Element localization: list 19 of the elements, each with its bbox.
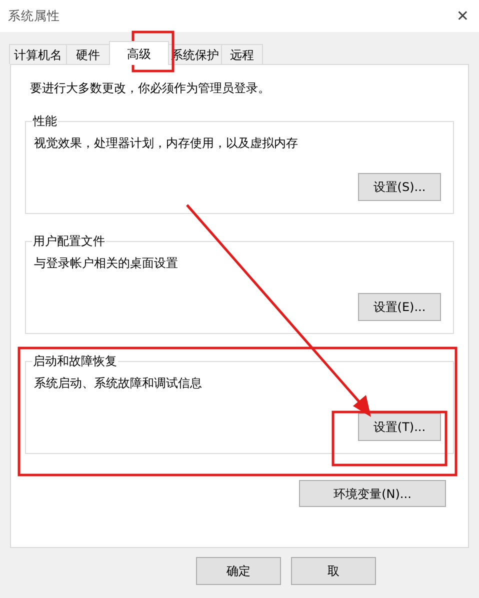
environment-variables-button[interactable]: 环境变量(N)... bbox=[299, 480, 446, 507]
group-title: 用户配置文件 bbox=[32, 233, 106, 250]
tab[interactable]: 高级 bbox=[109, 41, 169, 65]
group-title: 启动和故障恢复 bbox=[32, 353, 118, 370]
notice-text: 要进行大多数更改，你必须作为管理员登录。 bbox=[29, 80, 271, 97]
dialog-button[interactable]: 确定 bbox=[196, 557, 281, 585]
tab[interactable]: 硬件 bbox=[66, 44, 110, 64]
dialog-button[interactable]: 取 bbox=[291, 557, 376, 585]
tab[interactable]: 计算机名 bbox=[9, 44, 67, 64]
settings-button[interactable]: 设置(E)... bbox=[358, 293, 441, 321]
group-description: 系统启动、系统故障和调试信息 bbox=[34, 375, 203, 392]
group-description: 视觉效果，处理器计划，内存使用，以及虚拟内存 bbox=[34, 135, 299, 152]
group-description: 与登录帐户相关的桌面设置 bbox=[34, 255, 179, 272]
window-title: 系统属性 bbox=[8, 6, 60, 25]
close-button[interactable]: ✕ bbox=[456, 4, 469, 28]
group-title: 性能 bbox=[32, 113, 58, 130]
tab[interactable]: 远程 bbox=[221, 44, 263, 64]
settings-button[interactable]: 设置(S)... bbox=[358, 173, 441, 201]
settings-button[interactable]: 设置(T)... bbox=[358, 413, 441, 441]
